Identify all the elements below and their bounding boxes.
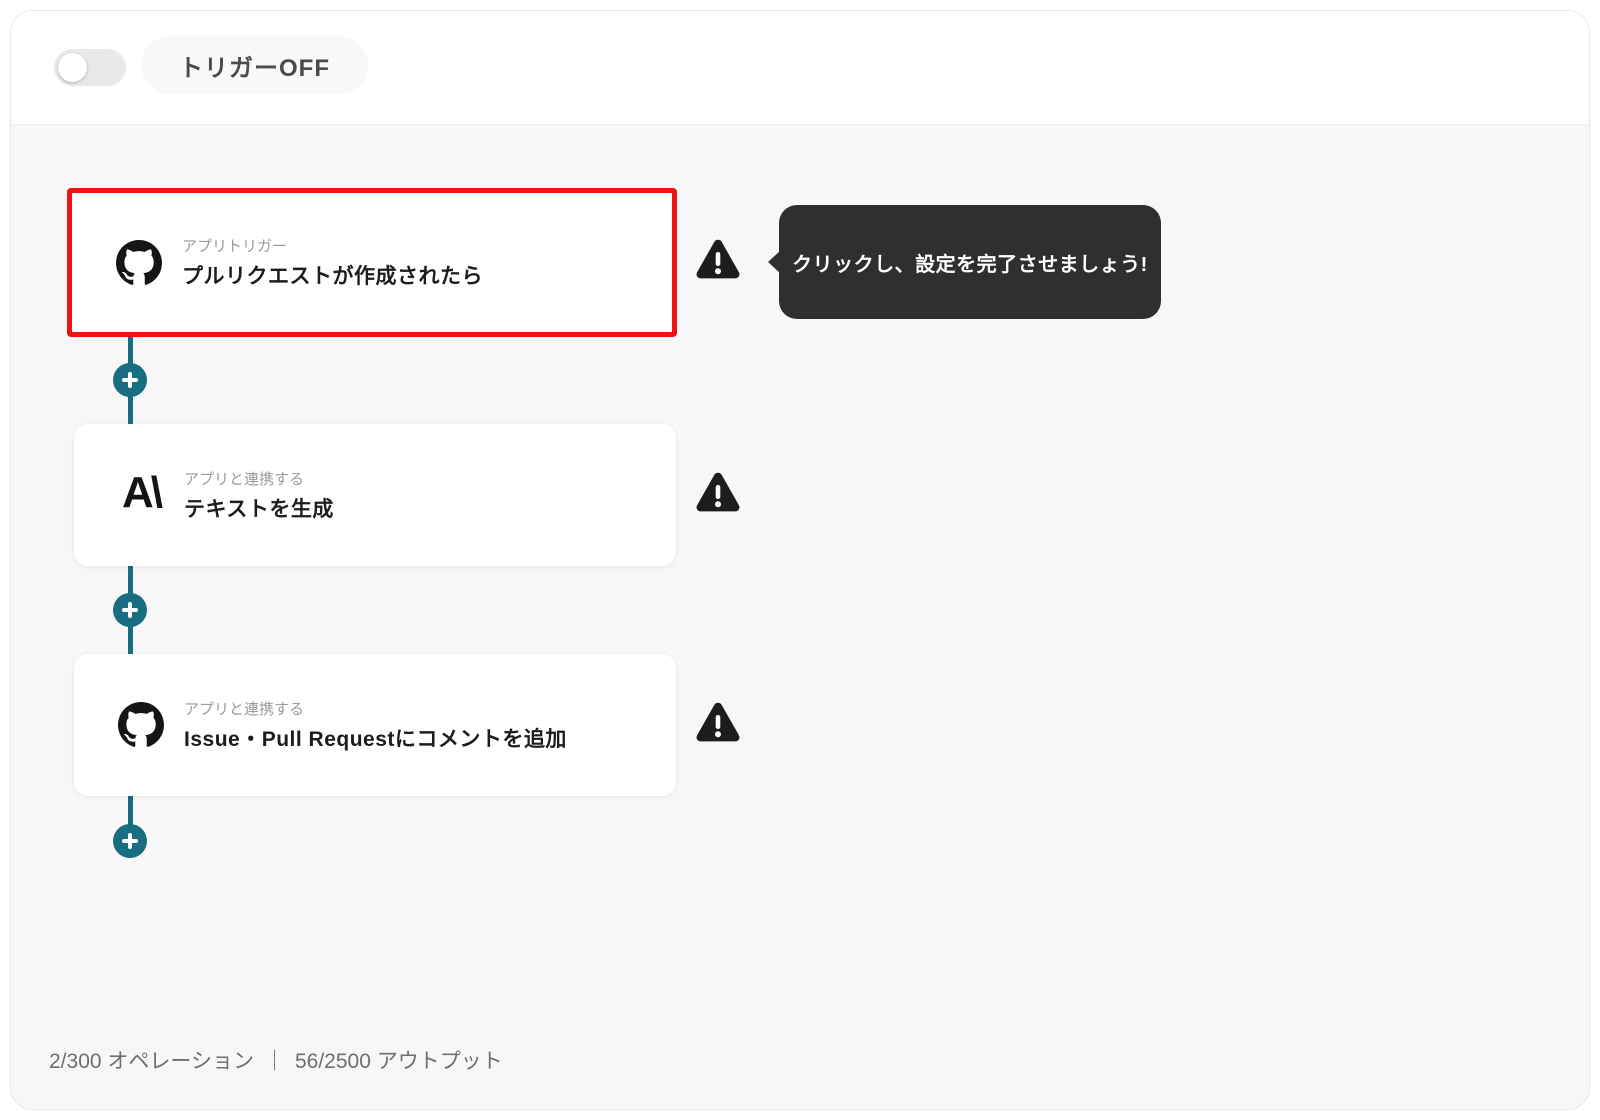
tooltip-arrow-icon (768, 251, 780, 273)
add-step-button[interactable] (113, 824, 147, 858)
warning-icon (694, 471, 742, 515)
workflow-editor-panel: トリガーOFF アプリトリガー プルリクエストが作成されたら A\ アプリと連携… (10, 10, 1590, 1110)
add-step-button[interactable] (113, 593, 147, 627)
workflow-node-trigger-highlight: アプリトリガー プルリクエストが作成されたら (67, 188, 677, 337)
trigger-toggle[interactable] (54, 49, 126, 86)
node-text: アプリと連携する Issue・Pull Requestにコメントを追加 (184, 698, 567, 753)
operations-count: 2/300 オペレーション (49, 1050, 254, 1073)
plus-icon (113, 593, 147, 627)
node-title: テキストを生成 (184, 497, 334, 521)
workflow-node-add-comment[interactable]: アプリと連携する Issue・Pull Requestにコメントを追加 (74, 654, 676, 796)
add-step-button[interactable] (113, 363, 147, 397)
toggle-knob-icon (58, 53, 87, 82)
outputs-count: 56/2500 アウトプット (294, 1050, 503, 1073)
usage-status: 2/300 オペレーション ｜ 56/2500 アウトプット (49, 1045, 503, 1075)
node-type-label: アプリと連携する (184, 470, 305, 488)
plus-icon (113, 824, 147, 858)
node-type-label: アプリと連携する (184, 700, 305, 718)
setup-tooltip: クリックし、設定を完了させましょう! (768, 205, 1161, 319)
node-title: プルリクエストが作成されたら (182, 265, 483, 288)
node-title: Issue・Pull Requestにコメントを追加 (184, 727, 567, 751)
warning-icon (694, 701, 742, 745)
node-text: アプリと連携する テキストを生成 (184, 468, 334, 523)
anthropic-icon: A\ (122, 468, 163, 517)
header-bar: トリガーOFF (11, 11, 1589, 125)
workflow-canvas: アプリトリガー プルリクエストが作成されたら A\ アプリと連携する テキストを… (11, 125, 1589, 1109)
warning-icon (694, 238, 742, 282)
node-text: アプリトリガー プルリクエストが作成されたら (182, 235, 483, 290)
plus-icon (113, 363, 147, 397)
node-type-label: アプリトリガー (182, 238, 288, 255)
github-icon (118, 702, 164, 748)
github-icon (116, 239, 162, 286)
trigger-status-badge: トリガーOFF (141, 36, 368, 94)
workflow-node-generate-text[interactable]: A\ アプリと連携する テキストを生成 (74, 424, 676, 566)
tooltip-text: クリックし、設定を完了させましょう! (792, 253, 1148, 276)
workflow-node-trigger[interactable]: アプリトリガー プルリクエストが作成されたら (72, 193, 672, 332)
usage-divider: ｜ (263, 1050, 285, 1073)
